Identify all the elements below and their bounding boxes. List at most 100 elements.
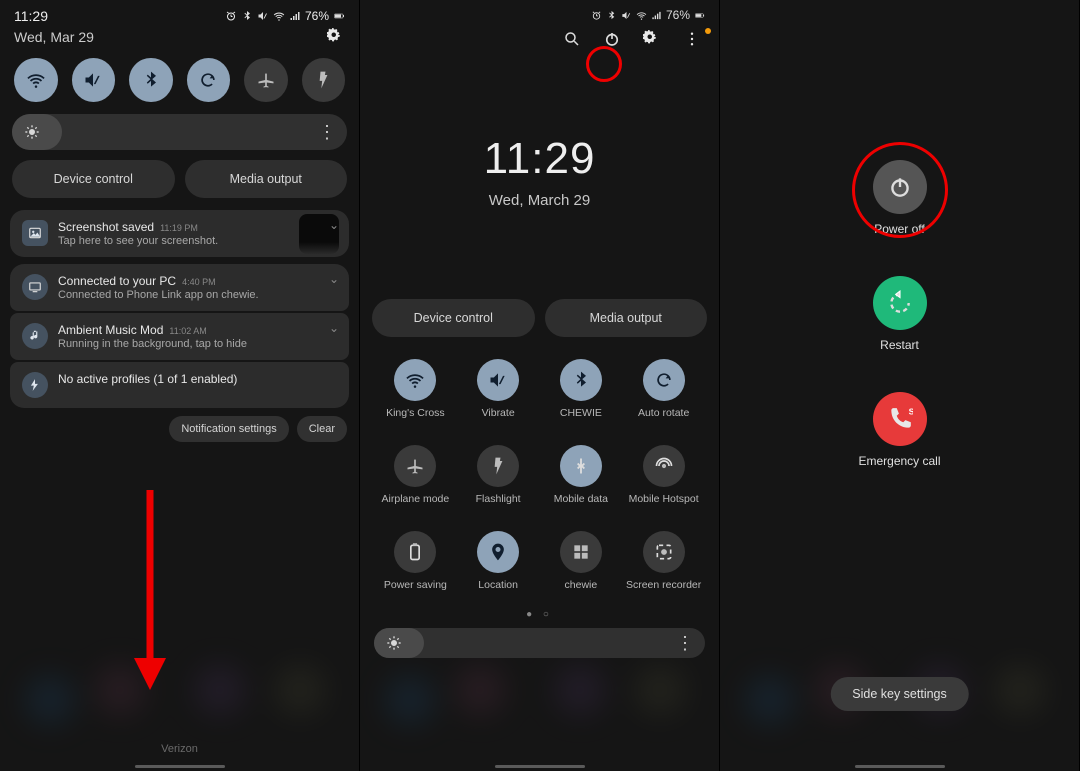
media-output-button[interactable]: Media output bbox=[185, 160, 348, 198]
top-action-icons bbox=[360, 24, 719, 54]
device-control-button[interactable]: Device control bbox=[372, 299, 535, 337]
qs-label: chewie bbox=[565, 579, 598, 603]
qs-toggle-autorotate[interactable] bbox=[643, 359, 685, 401]
toggle-sound[interactable] bbox=[72, 58, 116, 102]
qs-label: Auto rotate bbox=[638, 407, 689, 431]
power-menu-panel: Power off Restart SOS Emergency call Sid… bbox=[720, 0, 1080, 771]
alarm-icon bbox=[591, 10, 602, 21]
brightness-slider[interactable]: ⋮ bbox=[12, 114, 347, 150]
emergency-button[interactable]: SOS bbox=[873, 392, 927, 446]
signal-icon bbox=[289, 10, 301, 22]
image-icon bbox=[22, 220, 48, 246]
quick-settings-panel: 76% 11:29 Wed, March 29 Device control M… bbox=[360, 0, 720, 771]
more-dots-icon[interactable] bbox=[683, 30, 701, 48]
carrier-label: Verizon bbox=[0, 743, 359, 755]
control-buttons-row: Device control Media output bbox=[360, 299, 719, 349]
music-note-icon bbox=[22, 323, 48, 349]
quick-toggles-row bbox=[0, 54, 359, 112]
restart-button[interactable] bbox=[873, 276, 927, 330]
nav-handle[interactable] bbox=[495, 765, 585, 768]
annotation-circle-icon bbox=[586, 46, 622, 82]
brightness-icon bbox=[24, 124, 40, 140]
expanded-clock: 11:29 bbox=[360, 134, 719, 184]
status-icons: 76% bbox=[225, 9, 345, 23]
qs-toggle-powersave[interactable] bbox=[394, 531, 436, 573]
battery-icon bbox=[694, 10, 705, 21]
restart-label: Restart bbox=[880, 338, 919, 352]
shade-date: Wed, Mar 29 bbox=[14, 29, 94, 45]
notification-settings-button[interactable]: Notification settings bbox=[169, 416, 288, 442]
notification-item[interactable]: Screenshot saved11:19 PM Tap here to see… bbox=[10, 210, 349, 257]
notification-item[interactable]: No active profiles (1 of 1 enabled) bbox=[10, 362, 349, 408]
qs-toggle-link[interactable] bbox=[560, 531, 602, 573]
nav-handle[interactable] bbox=[855, 765, 945, 768]
search-icon[interactable] bbox=[563, 30, 581, 48]
qs-label: Screen recorder bbox=[626, 579, 701, 603]
control-buttons-row: Device control Media output bbox=[0, 160, 359, 210]
emergency-label: Emergency call bbox=[858, 454, 940, 468]
qs-toggle-hotspot[interactable] bbox=[643, 445, 685, 487]
settings-gear-icon[interactable] bbox=[643, 30, 661, 48]
clear-button[interactable]: Clear bbox=[297, 416, 347, 442]
battery-percent: 76% bbox=[305, 9, 329, 23]
power-off-item[interactable]: Power off bbox=[873, 160, 927, 236]
brightness-slider[interactable]: ⋮ bbox=[374, 628, 705, 658]
settings-gear-icon[interactable] bbox=[327, 28, 345, 46]
notification-time: 11:02 AM bbox=[169, 326, 206, 336]
alarm-icon bbox=[225, 10, 237, 22]
bluetooth-icon bbox=[606, 10, 617, 21]
qs-toggle-vibrate[interactable] bbox=[477, 359, 519, 401]
qs-label: Mobile data bbox=[554, 493, 608, 517]
chevron-down-icon[interactable]: ⌄ bbox=[329, 272, 339, 286]
notification-desc: Tap here to see your screenshot. bbox=[58, 235, 337, 247]
mute-icon bbox=[257, 10, 269, 22]
qs-label: CHEWIE bbox=[560, 407, 602, 431]
restart-item[interactable]: Restart bbox=[873, 276, 927, 352]
brightness-menu-icon[interactable]: ⋮ bbox=[676, 638, 693, 648]
qs-toggle-airplane[interactable] bbox=[394, 445, 436, 487]
toggle-bluetooth[interactable] bbox=[129, 58, 173, 102]
qs-label: King's Cross bbox=[386, 407, 445, 431]
wifi-icon bbox=[273, 10, 285, 22]
notification-title: Connected to your PC bbox=[58, 274, 176, 288]
qs-label: Vibrate bbox=[482, 407, 515, 431]
qs-label: Flashlight bbox=[476, 493, 521, 517]
chevron-down-icon[interactable]: ⌄ bbox=[329, 218, 339, 232]
mute-icon bbox=[621, 10, 632, 21]
notification-item[interactable]: Connected to your PC4:40 PM Connected to… bbox=[10, 264, 349, 311]
chevron-down-icon[interactable]: ⌄ bbox=[329, 321, 339, 335]
toggle-flashlight[interactable] bbox=[302, 58, 346, 102]
qs-toggle-bluetooth[interactable] bbox=[560, 359, 602, 401]
toggle-airplane[interactable] bbox=[244, 58, 288, 102]
qs-label: Mobile Hotspot bbox=[629, 493, 699, 517]
page-indicator[interactable]: ● ○ bbox=[360, 609, 719, 620]
expanded-date: Wed, March 29 bbox=[360, 192, 719, 209]
power-menu-column: Power off Restart SOS Emergency call bbox=[720, 160, 1079, 468]
bolt-icon bbox=[22, 372, 48, 398]
wifi-icon bbox=[636, 10, 647, 21]
toggle-wifi[interactable] bbox=[14, 58, 58, 102]
svg-text:SOS: SOS bbox=[908, 407, 912, 417]
media-output-button[interactable]: Media output bbox=[545, 299, 708, 337]
brightness-menu-icon[interactable]: ⋮ bbox=[318, 127, 335, 137]
nav-handle[interactable] bbox=[135, 765, 225, 768]
date-row: Wed, Mar 29 bbox=[0, 26, 359, 54]
qs-toggle-flashlight[interactable] bbox=[477, 445, 519, 487]
qs-toggle-mobiledata[interactable] bbox=[560, 445, 602, 487]
toggle-rotate[interactable] bbox=[187, 58, 231, 102]
notification-item[interactable]: Ambient Music Mod 11:02 AM Running in the… bbox=[10, 313, 349, 360]
emergency-item[interactable]: SOS Emergency call bbox=[858, 392, 940, 468]
notification-desc: Running in the background, tap to hide bbox=[58, 338, 337, 350]
annotation-circle-icon bbox=[852, 142, 948, 238]
battery-icon bbox=[333, 10, 345, 22]
notifications-list: Screenshot saved11:19 PM Tap here to see… bbox=[10, 210, 349, 408]
qs-label: Location bbox=[478, 579, 518, 603]
side-key-settings-button[interactable]: Side key settings bbox=[830, 677, 969, 711]
device-control-button[interactable]: Device control bbox=[12, 160, 175, 198]
qs-toggle-location[interactable] bbox=[477, 531, 519, 573]
status-bar: 76% bbox=[360, 0, 719, 24]
notification-title: No active profiles (1 of 1 enabled) bbox=[58, 372, 237, 386]
qs-toggle-screenrec[interactable] bbox=[643, 531, 685, 573]
notification-title: Ambient Music Mod bbox=[58, 323, 163, 337]
qs-toggle-wifi[interactable] bbox=[394, 359, 436, 401]
